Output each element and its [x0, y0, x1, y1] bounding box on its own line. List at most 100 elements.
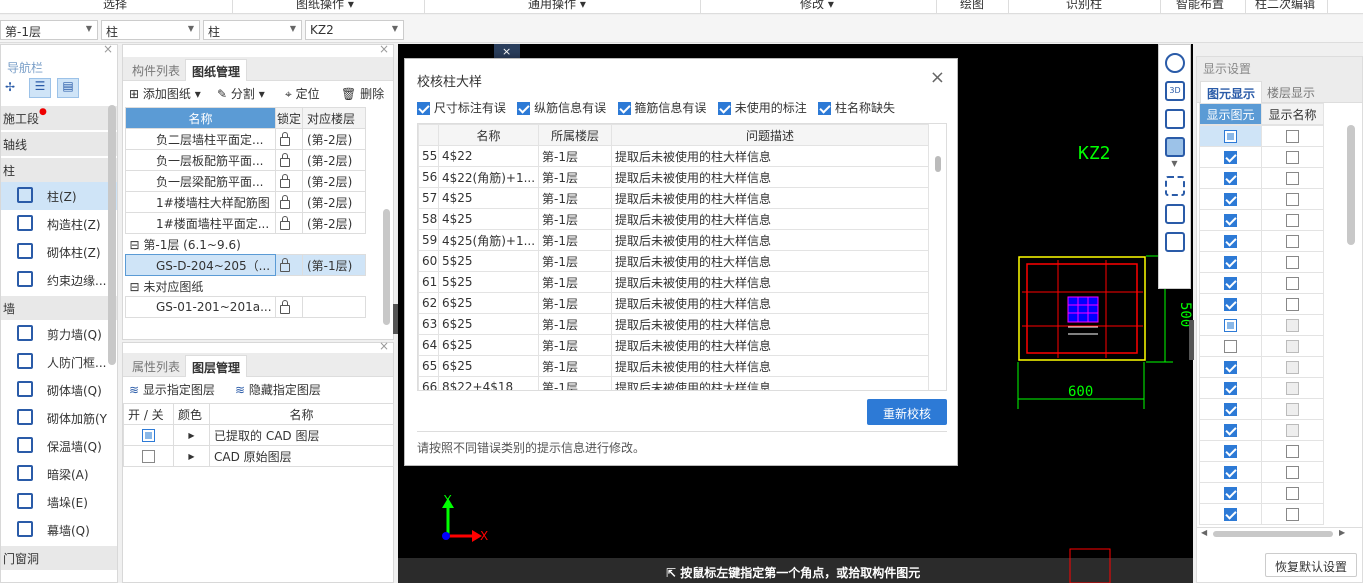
filter-checkbox[interactable]	[417, 102, 430, 115]
floor-select[interactable]: 第-1层 ▼	[0, 20, 98, 40]
table-row[interactable]: 66 8$22+4$18 第-1层 提取后未被使用的柱大样信息	[418, 376, 929, 390]
show-name-checkbox[interactable]	[1286, 256, 1299, 269]
close-icon[interactable]: ×	[103, 42, 113, 56]
lock-icon[interactable]	[280, 300, 290, 314]
col-header-show-name[interactable]: 显示名称	[1261, 103, 1324, 125]
show-element-checkbox[interactable]	[1224, 235, 1237, 248]
show-layer-button[interactable]: ≋ 显示指定图层	[129, 377, 215, 401]
show-name-checkbox[interactable]	[1286, 193, 1299, 206]
show-name-checkbox[interactable]	[1286, 298, 1299, 311]
display-hscroll[interactable]: ◀ ▶	[1197, 527, 1363, 541]
close-icon[interactable]: ×	[379, 42, 389, 56]
show-name-checkbox[interactable]	[1286, 172, 1299, 185]
nav-item-masonry-column[interactable]: 砌体柱(Z)	[1, 238, 117, 266]
display-scrollbar[interactable]	[1347, 125, 1355, 245]
show-name-checkbox[interactable]	[1286, 340, 1299, 353]
display-row[interactable]	[1199, 167, 1324, 189]
table-row[interactable]: 1#楼墙柱大样配筋图 (第-2层)	[125, 191, 366, 213]
nav-item-masonry-wall[interactable]: 砌体墙(Q)	[1, 376, 117, 404]
show-name-checkbox[interactable]	[1286, 361, 1299, 374]
3d-view-icon[interactable]: 3D	[1165, 81, 1185, 101]
show-name-checkbox[interactable]	[1286, 382, 1299, 395]
show-element-checkbox[interactable]	[1224, 130, 1237, 143]
table-row[interactable]: 59 4$25(角筋)+1... 第-1层 提取后未被使用的柱大样信息	[418, 229, 929, 251]
lock-icon[interactable]	[280, 153, 290, 167]
orbit-icon[interactable]	[1165, 53, 1185, 73]
nav-group-axis[interactable]: 轴线	[1, 132, 117, 156]
table-row[interactable]: 58 4$25 第-1层 提取后未被使用的柱大样信息	[418, 208, 929, 230]
show-element-checkbox[interactable]	[1224, 340, 1237, 353]
show-name-checkbox[interactable]	[1286, 424, 1299, 437]
cube-icon[interactable]	[1165, 109, 1185, 129]
display-row[interactable]	[1199, 398, 1324, 420]
list-view-icon[interactable]: ☰	[29, 78, 51, 98]
dialog-close-icon[interactable]: ×	[930, 67, 945, 88]
col-header-name[interactable]: 名称	[125, 107, 276, 129]
tab-element-display[interactable]: 图元显示	[1200, 81, 1263, 103]
col-header-issue[interactable]: 问题描述	[611, 124, 929, 146]
show-element-checkbox[interactable]	[1224, 193, 1237, 206]
filter-checkbox[interactable]	[617, 102, 631, 115]
display-row[interactable]	[1199, 356, 1324, 378]
display-row[interactable]	[1199, 125, 1324, 147]
panel-expand-handle[interactable]	[1189, 320, 1194, 360]
filter-unused[interactable]: 未使用的标注	[717, 101, 807, 115]
layer-toggle-checkbox[interactable]	[142, 429, 155, 442]
nav-group-opening[interactable]: 门窗洞	[1, 546, 117, 570]
cube-solid-icon[interactable]	[1165, 137, 1185, 157]
display-row[interactable]	[1199, 419, 1324, 441]
nav-item-wall-pier[interactable]: 墙垛(E)	[1, 488, 117, 516]
table-row[interactable]: ▶ 已提取的 CAD 图层	[123, 424, 394, 446]
chevron-down-icon[interactable]: ▼	[1159, 159, 1190, 168]
nav-item-edge-member[interactable]: 约束边缘...	[1, 266, 117, 294]
table-row[interactable]: 负二层墙柱平面定... (第-2层)	[125, 128, 366, 150]
table-row[interactable]: GS-01-201~201a...	[125, 296, 366, 318]
filter-missing-name[interactable]: 柱名称缺失	[818, 101, 895, 115]
add-drawing-button[interactable]: ⊞ 添加图纸 ▾	[129, 81, 201, 105]
group-row[interactable]: ⊟ 第-1层 (6.1~9.6)	[126, 234, 366, 255]
show-element-checkbox[interactable]	[1224, 508, 1237, 521]
collapse-icon[interactable]: ⊟	[130, 280, 140, 294]
lock-icon[interactable]	[280, 258, 290, 272]
row-floor[interactable]: (第-2层)	[302, 212, 366, 234]
detail-view-icon[interactable]: ▤	[57, 78, 79, 98]
tab-drawing-management[interactable]: 图纸管理	[185, 59, 248, 81]
tab-properties[interactable]: 属性列表	[126, 355, 186, 377]
display-row[interactable]	[1199, 503, 1324, 525]
drawing-scrollbar[interactable]	[383, 209, 390, 325]
layer-toggle-checkbox[interactable]	[142, 450, 155, 463]
nav-group-section[interactable]: 施工段 ●	[1, 106, 117, 130]
show-name-checkbox[interactable]	[1286, 277, 1299, 290]
table-row-selected[interactable]: GS-D-204~205（... (第-1层)	[125, 254, 366, 276]
display-row[interactable]	[1199, 335, 1324, 357]
tab-floor-display[interactable]: 楼层显示	[1261, 81, 1321, 103]
delete-button[interactable]: 🗑 删除	[341, 81, 384, 105]
ribbon-column-edit[interactable]: 柱二次编辑	[1255, 0, 1315, 12]
show-name-checkbox[interactable]	[1286, 487, 1299, 500]
table-row[interactable]: 负一层板配筋平面... (第-2层)	[125, 149, 366, 171]
display-row[interactable]	[1199, 188, 1324, 210]
table-row[interactable]: 64 6$25 第-1层 提取后未被使用的柱大样信息	[418, 334, 929, 356]
nav-group-column[interactable]: 柱	[1, 158, 117, 182]
display-row[interactable]	[1199, 482, 1324, 504]
col-header-floor[interactable]: 所属楼层	[538, 124, 612, 146]
split-button[interactable]: ✎ 分割 ▾	[217, 81, 265, 105]
collapse-icon[interactable]: ⊟	[130, 238, 140, 252]
table-row[interactable]: 63 6$25 第-1层 提取后未被使用的柱大样信息	[418, 313, 929, 335]
show-element-checkbox[interactable]	[1224, 298, 1237, 311]
expand-icon[interactable]: ▶	[173, 445, 210, 467]
show-name-checkbox[interactable]	[1286, 508, 1299, 521]
col-header-lock[interactable]: 锁定	[275, 107, 303, 129]
nav-scrollbar[interactable]	[108, 105, 116, 365]
fullscreen-icon[interactable]	[1165, 176, 1185, 196]
show-name-checkbox[interactable]	[1286, 319, 1299, 332]
col-header-show-element[interactable]: 显示图元	[1199, 103, 1262, 125]
display-row[interactable]	[1199, 293, 1324, 315]
lock-icon[interactable]	[280, 132, 290, 146]
table-row[interactable]: 62 6$25 第-1层 提取后未被使用的柱大样信息	[418, 292, 929, 314]
show-element-checkbox[interactable]	[1224, 214, 1237, 227]
chevron-left-icon[interactable]: ◀	[1201, 528, 1207, 537]
display-row[interactable]	[1199, 461, 1324, 483]
show-name-checkbox[interactable]	[1286, 130, 1299, 143]
show-element-checkbox[interactable]	[1224, 361, 1237, 374]
